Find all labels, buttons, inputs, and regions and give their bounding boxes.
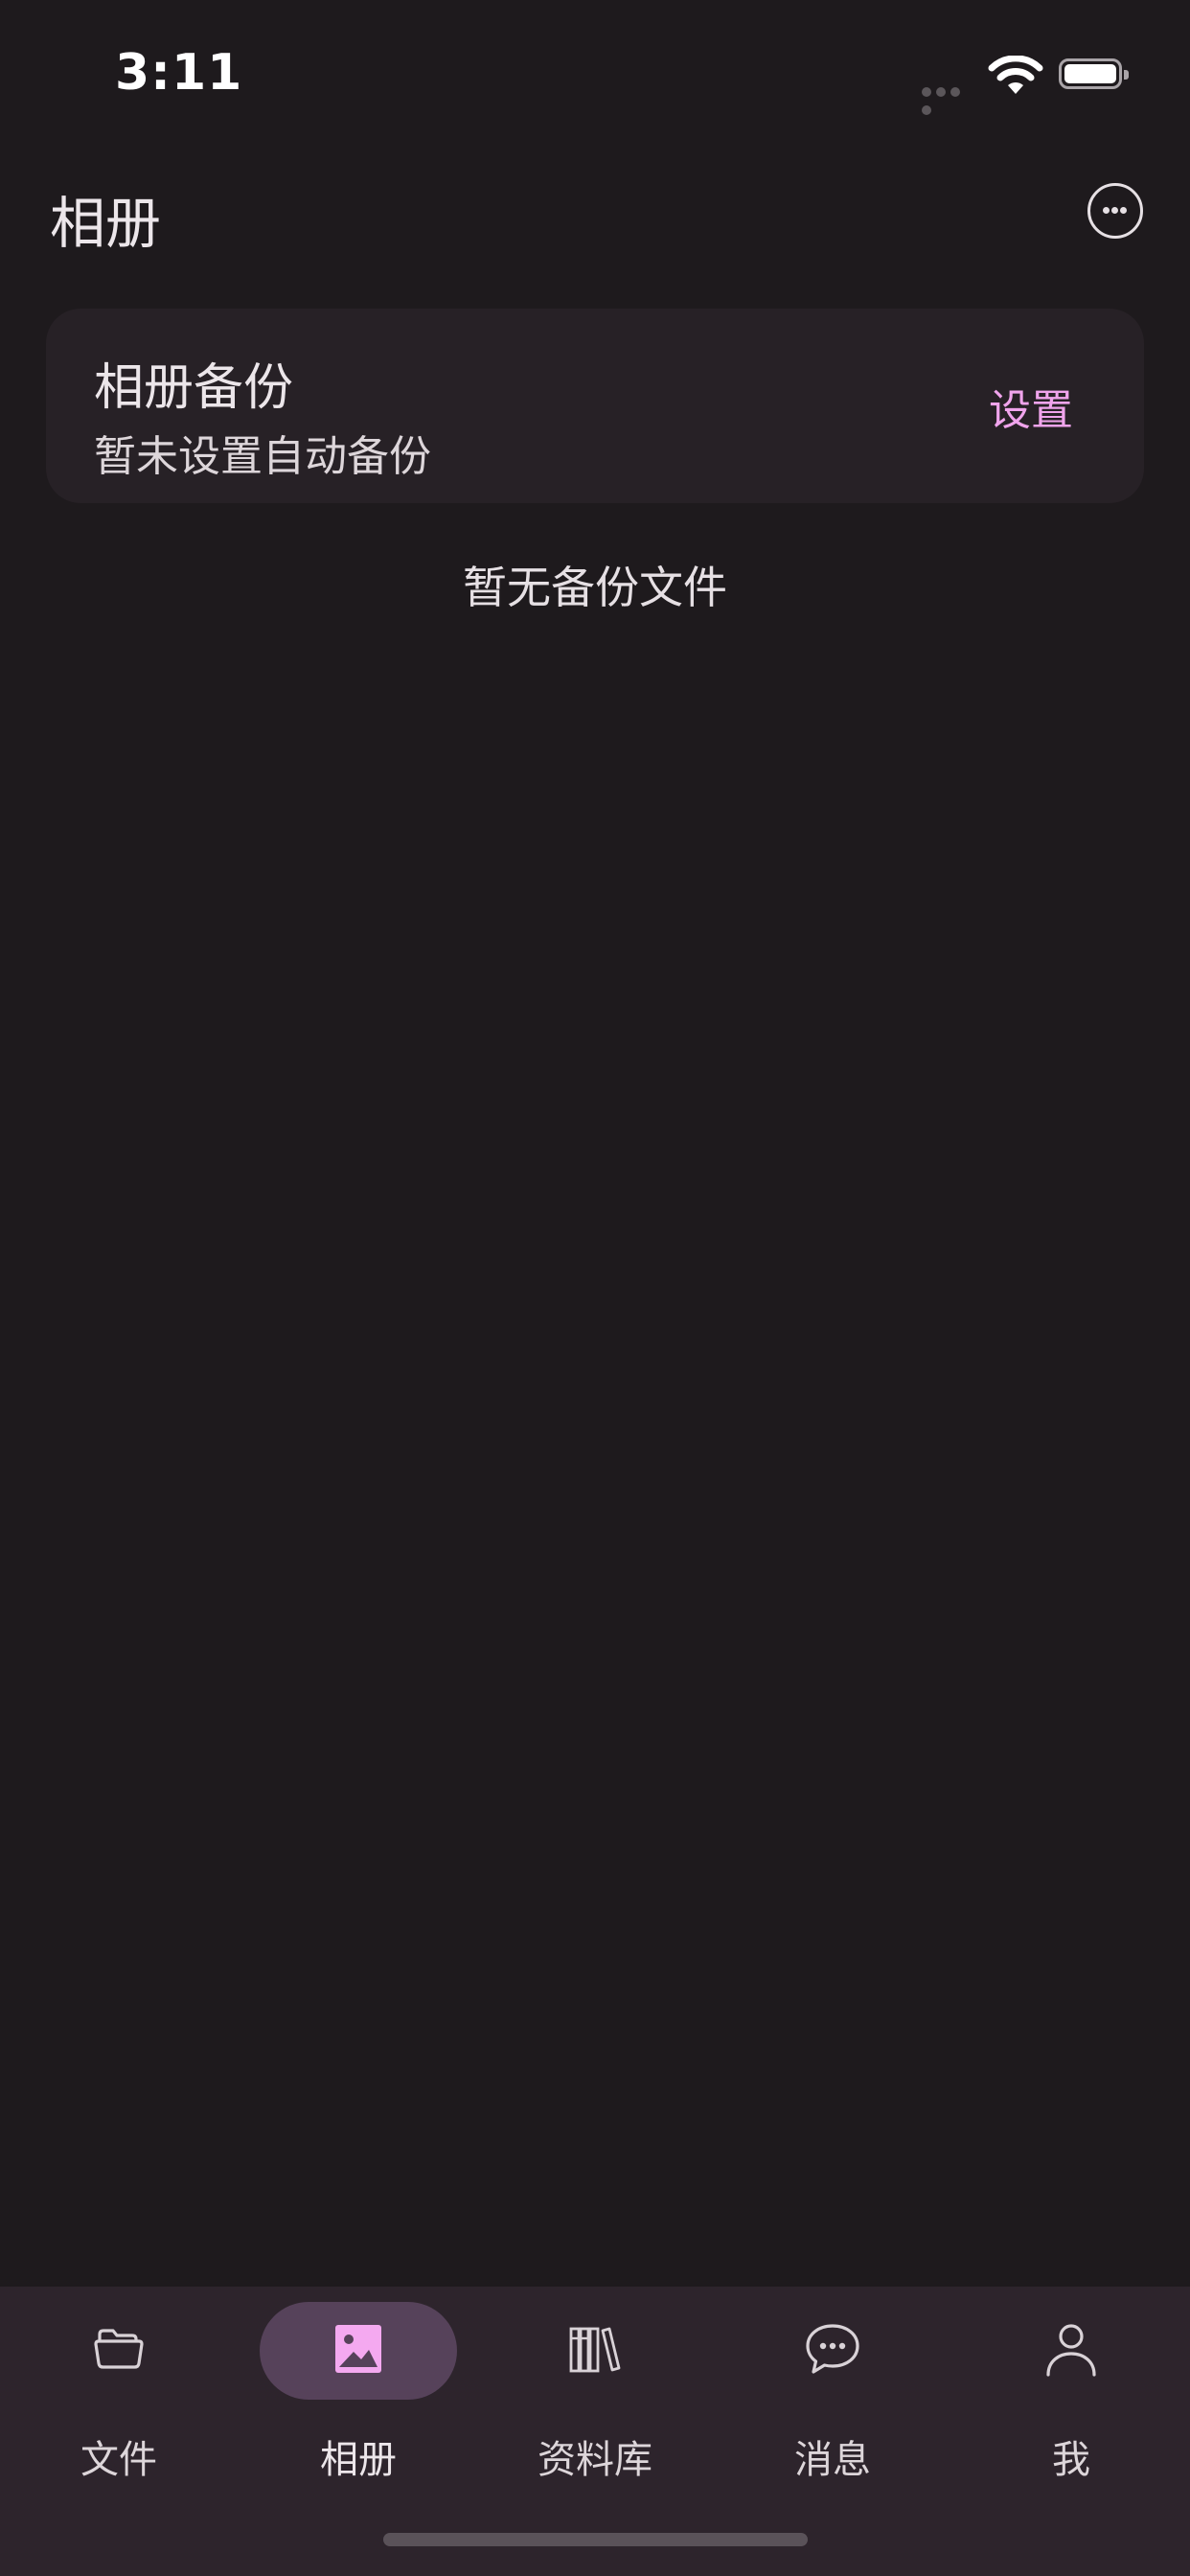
album-backup-card: 相册备份 暂未设置自动备份 设置 — [46, 309, 1144, 503]
tab-messages[interactable]: 消息 — [714, 2287, 951, 2482]
status-bar: 3:11 — [0, 0, 1190, 144]
tab-library[interactable]: 资料库 — [476, 2287, 714, 2482]
tab-library-label: 资料库 — [538, 2438, 652, 2482]
signal-dots-icon — [922, 82, 977, 115]
library-books-icon — [569, 2327, 621, 2373]
tab-album-label: 相册 — [320, 2438, 397, 2482]
tab-me-label: 我 — [1052, 2438, 1090, 2482]
app-screen: 3:11 相册 相册备份 暂未设置自动备份 设置 暂无备份文件 文件 相册 资料… — [0, 0, 1190, 2576]
tab-album[interactable]: 相册 — [240, 2287, 477, 2482]
tab-files[interactable]: 文件 — [0, 2287, 238, 2482]
wifi-icon — [988, 56, 1043, 94]
chat-bubble-icon — [806, 2324, 859, 2374]
photo-icon — [335, 2325, 381, 2373]
battery-icon — [1059, 58, 1129, 89]
ellipsis-circle-icon[interactable] — [1087, 183, 1143, 239]
backup-card-title: 相册备份 — [94, 359, 294, 417]
page-title: 相册 — [50, 191, 162, 256]
backup-settings-button[interactable]: 设置 — [989, 376, 1073, 437]
tab-files-label: 文件 — [80, 2438, 157, 2482]
empty-state-text: 暂无备份文件 — [463, 562, 727, 613]
folder-icon — [94, 2329, 144, 2369]
tab-me[interactable]: 我 — [952, 2287, 1190, 2482]
tab-messages-label: 消息 — [794, 2438, 871, 2482]
status-time: 3:11 — [115, 44, 243, 102]
backup-card-subtitle: 暂未设置自动备份 — [94, 432, 431, 481]
home-indicator[interactable] — [383, 2533, 808, 2546]
person-icon — [1046, 2324, 1096, 2377]
